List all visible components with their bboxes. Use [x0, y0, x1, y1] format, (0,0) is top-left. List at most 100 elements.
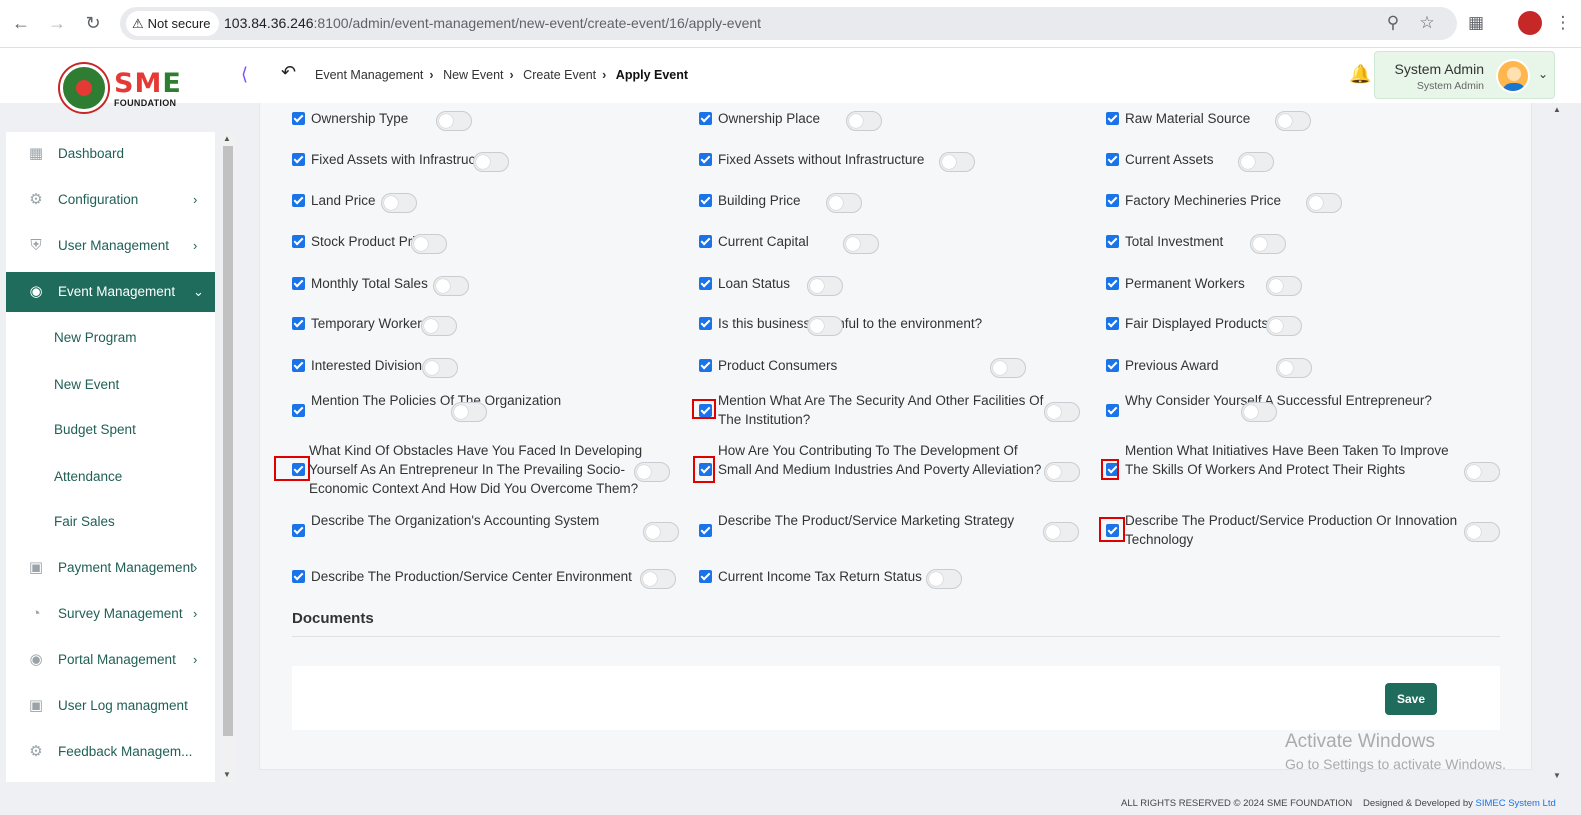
back-icon[interactable]: ↶ — [281, 62, 296, 83]
field-toggle[interactable] — [640, 569, 676, 589]
scroll-up-icon[interactable]: ▲ — [223, 134, 231, 143]
field-checkbox[interactable] — [292, 194, 305, 207]
field-toggle[interactable] — [436, 111, 472, 131]
field-toggle[interactable] — [1043, 522, 1079, 542]
sidebar-item-survey-management[interactable]: ◔ Survey Management › — [6, 594, 215, 634]
sidebar-item-feedback[interactable]: ⚙ Feedback Managem... — [6, 732, 215, 772]
field-toggle[interactable] — [1275, 111, 1311, 131]
field-checkbox[interactable] — [292, 570, 305, 583]
field-checkbox[interactable] — [699, 317, 712, 330]
reload-icon[interactable]: ↻ — [82, 12, 104, 34]
field-checkbox[interactable] — [1106, 277, 1119, 290]
sidebar-item-dashboard[interactable]: ▦ Dashboard — [6, 134, 215, 174]
field-checkbox[interactable] — [699, 524, 712, 537]
sidebar-subitem-new-program[interactable]: New Program — [54, 330, 137, 345]
field-checkbox[interactable] — [292, 277, 305, 290]
field-toggle[interactable] — [1044, 462, 1080, 482]
sidebar-item-portal-management[interactable]: ◉ Portal Management › — [6, 640, 215, 680]
field-checkbox[interactable] — [292, 235, 305, 248]
field-toggle[interactable] — [926, 569, 962, 589]
sidebar-scrollbar[interactable]: ▲ ▼ — [221, 132, 235, 782]
sidebar-subitem-budget-spent[interactable]: Budget Spent — [54, 422, 136, 437]
field-toggle[interactable] — [990, 358, 1026, 378]
field-checkbox[interactable] — [699, 570, 712, 583]
field-toggle[interactable] — [807, 316, 843, 336]
field-checkbox[interactable] — [699, 235, 712, 248]
sidebar-item-event-management[interactable]: ◉ Event Management ⌄ — [6, 272, 215, 312]
field-toggle[interactable] — [1306, 193, 1342, 213]
field-toggle[interactable] — [1238, 152, 1274, 172]
field-checkbox[interactable] — [292, 317, 305, 330]
field-checkbox[interactable] — [1106, 359, 1119, 372]
field-checkbox[interactable] — [1106, 112, 1119, 125]
page-scrollbar[interactable]: ▲ ▼ — [1550, 103, 1564, 783]
breadcrumb-item[interactable]: New Event — [443, 68, 503, 82]
scroll-up-icon[interactable]: ▲ — [1553, 105, 1561, 114]
field-toggle[interactable] — [846, 111, 882, 131]
back-arrow-icon[interactable]: ← — [10, 12, 32, 34]
field-toggle[interactable] — [1464, 522, 1500, 542]
footer-company-link[interactable]: SIMEC System Ltd — [1476, 798, 1556, 809]
field-checkbox[interactable] — [1106, 194, 1119, 207]
field-checkbox[interactable] — [1106, 404, 1119, 417]
field-toggle[interactable] — [1464, 462, 1500, 482]
star-icon[interactable]: ☆ — [1416, 12, 1438, 34]
extensions-icon[interactable]: ▦ — [1465, 12, 1487, 34]
field-toggle[interactable] — [843, 234, 879, 254]
field-toggle[interactable] — [1250, 234, 1286, 254]
field-toggle[interactable] — [1266, 316, 1302, 336]
scroll-down-icon[interactable]: ▼ — [223, 770, 231, 779]
bell-icon[interactable]: 🔔 — [1349, 64, 1371, 85]
field-checkbox[interactable] — [699, 277, 712, 290]
field-checkbox[interactable] — [699, 194, 712, 207]
field-checkbox[interactable] — [292, 153, 305, 166]
field-toggle[interactable] — [1241, 402, 1277, 422]
field-checkbox[interactable] — [1106, 317, 1119, 330]
field-toggle[interactable] — [939, 152, 975, 172]
security-chip[interactable]: ⚠ Not secure — [126, 11, 219, 36]
field-checkbox[interactable] — [1106, 153, 1119, 166]
field-checkbox[interactable] — [699, 153, 712, 166]
sme-foundation-logo[interactable]: SME FOUNDATION — [58, 62, 183, 112]
forward-arrow-icon[interactable]: → — [46, 12, 68, 34]
sidebar-collapse-icon[interactable]: ⟨ — [241, 64, 248, 85]
field-checkbox[interactable] — [1106, 235, 1119, 248]
sidebar-item-payment-management[interactable]: ▣ Payment Management › — [6, 548, 215, 588]
zoom-icon[interactable]: ⚲ — [1382, 12, 1404, 34]
field-checkbox[interactable] — [292, 359, 305, 372]
field-toggle[interactable] — [634, 462, 670, 482]
sidebar-subitem-new-event[interactable]: New Event — [54, 377, 119, 392]
menu-dots-icon[interactable]: ⋮ — [1552, 12, 1574, 34]
sidebar-item-user-management[interactable]: ⛨ User Management › — [6, 226, 215, 266]
sidebar-subitem-fair-sales[interactable]: Fair Sales — [54, 514, 115, 529]
sidebar-item-user-log[interactable]: ▣ User Log managment — [6, 686, 215, 726]
scroll-down-icon[interactable]: ▼ — [1553, 771, 1561, 780]
field-toggle[interactable] — [473, 152, 509, 172]
field-toggle[interactable] — [643, 522, 679, 542]
field-checkbox[interactable] — [292, 404, 305, 417]
field-checkbox[interactable] — [699, 112, 712, 125]
scrollbar-thumb[interactable] — [223, 146, 233, 736]
field-toggle[interactable] — [421, 316, 457, 336]
field-toggle[interactable] — [381, 193, 417, 213]
field-checkbox[interactable] — [699, 359, 712, 372]
field-toggle[interactable] — [826, 193, 862, 213]
field-toggle[interactable] — [807, 276, 843, 296]
breadcrumb-item[interactable]: Event Management — [315, 68, 423, 82]
user-menu[interactable]: System Admin System Admin ⌄ — [1374, 51, 1555, 99]
field-checkbox[interactable] — [292, 112, 305, 125]
field-checkbox[interactable] — [292, 524, 305, 537]
save-button[interactable]: Save — [1385, 683, 1437, 715]
profile-avatar-icon[interactable] — [1518, 11, 1542, 35]
field-toggle[interactable] — [451, 402, 487, 422]
breadcrumb-item[interactable]: Create Event — [523, 68, 596, 82]
field-toggle[interactable] — [422, 358, 458, 378]
field-toggle[interactable] — [433, 276, 469, 296]
field-toggle[interactable] — [1266, 276, 1302, 296]
sidebar-subitem-attendance[interactable]: Attendance — [54, 469, 122, 484]
address-bar[interactable]: ⚠ Not secure 103.84.36.246:8100/admin/eve… — [120, 7, 1457, 40]
field-toggle[interactable] — [1044, 402, 1080, 422]
field-toggle[interactable] — [1276, 358, 1312, 378]
sidebar-item-configuration[interactable]: ⚙ Configuration › — [6, 180, 215, 220]
field-toggle[interactable] — [411, 234, 447, 254]
